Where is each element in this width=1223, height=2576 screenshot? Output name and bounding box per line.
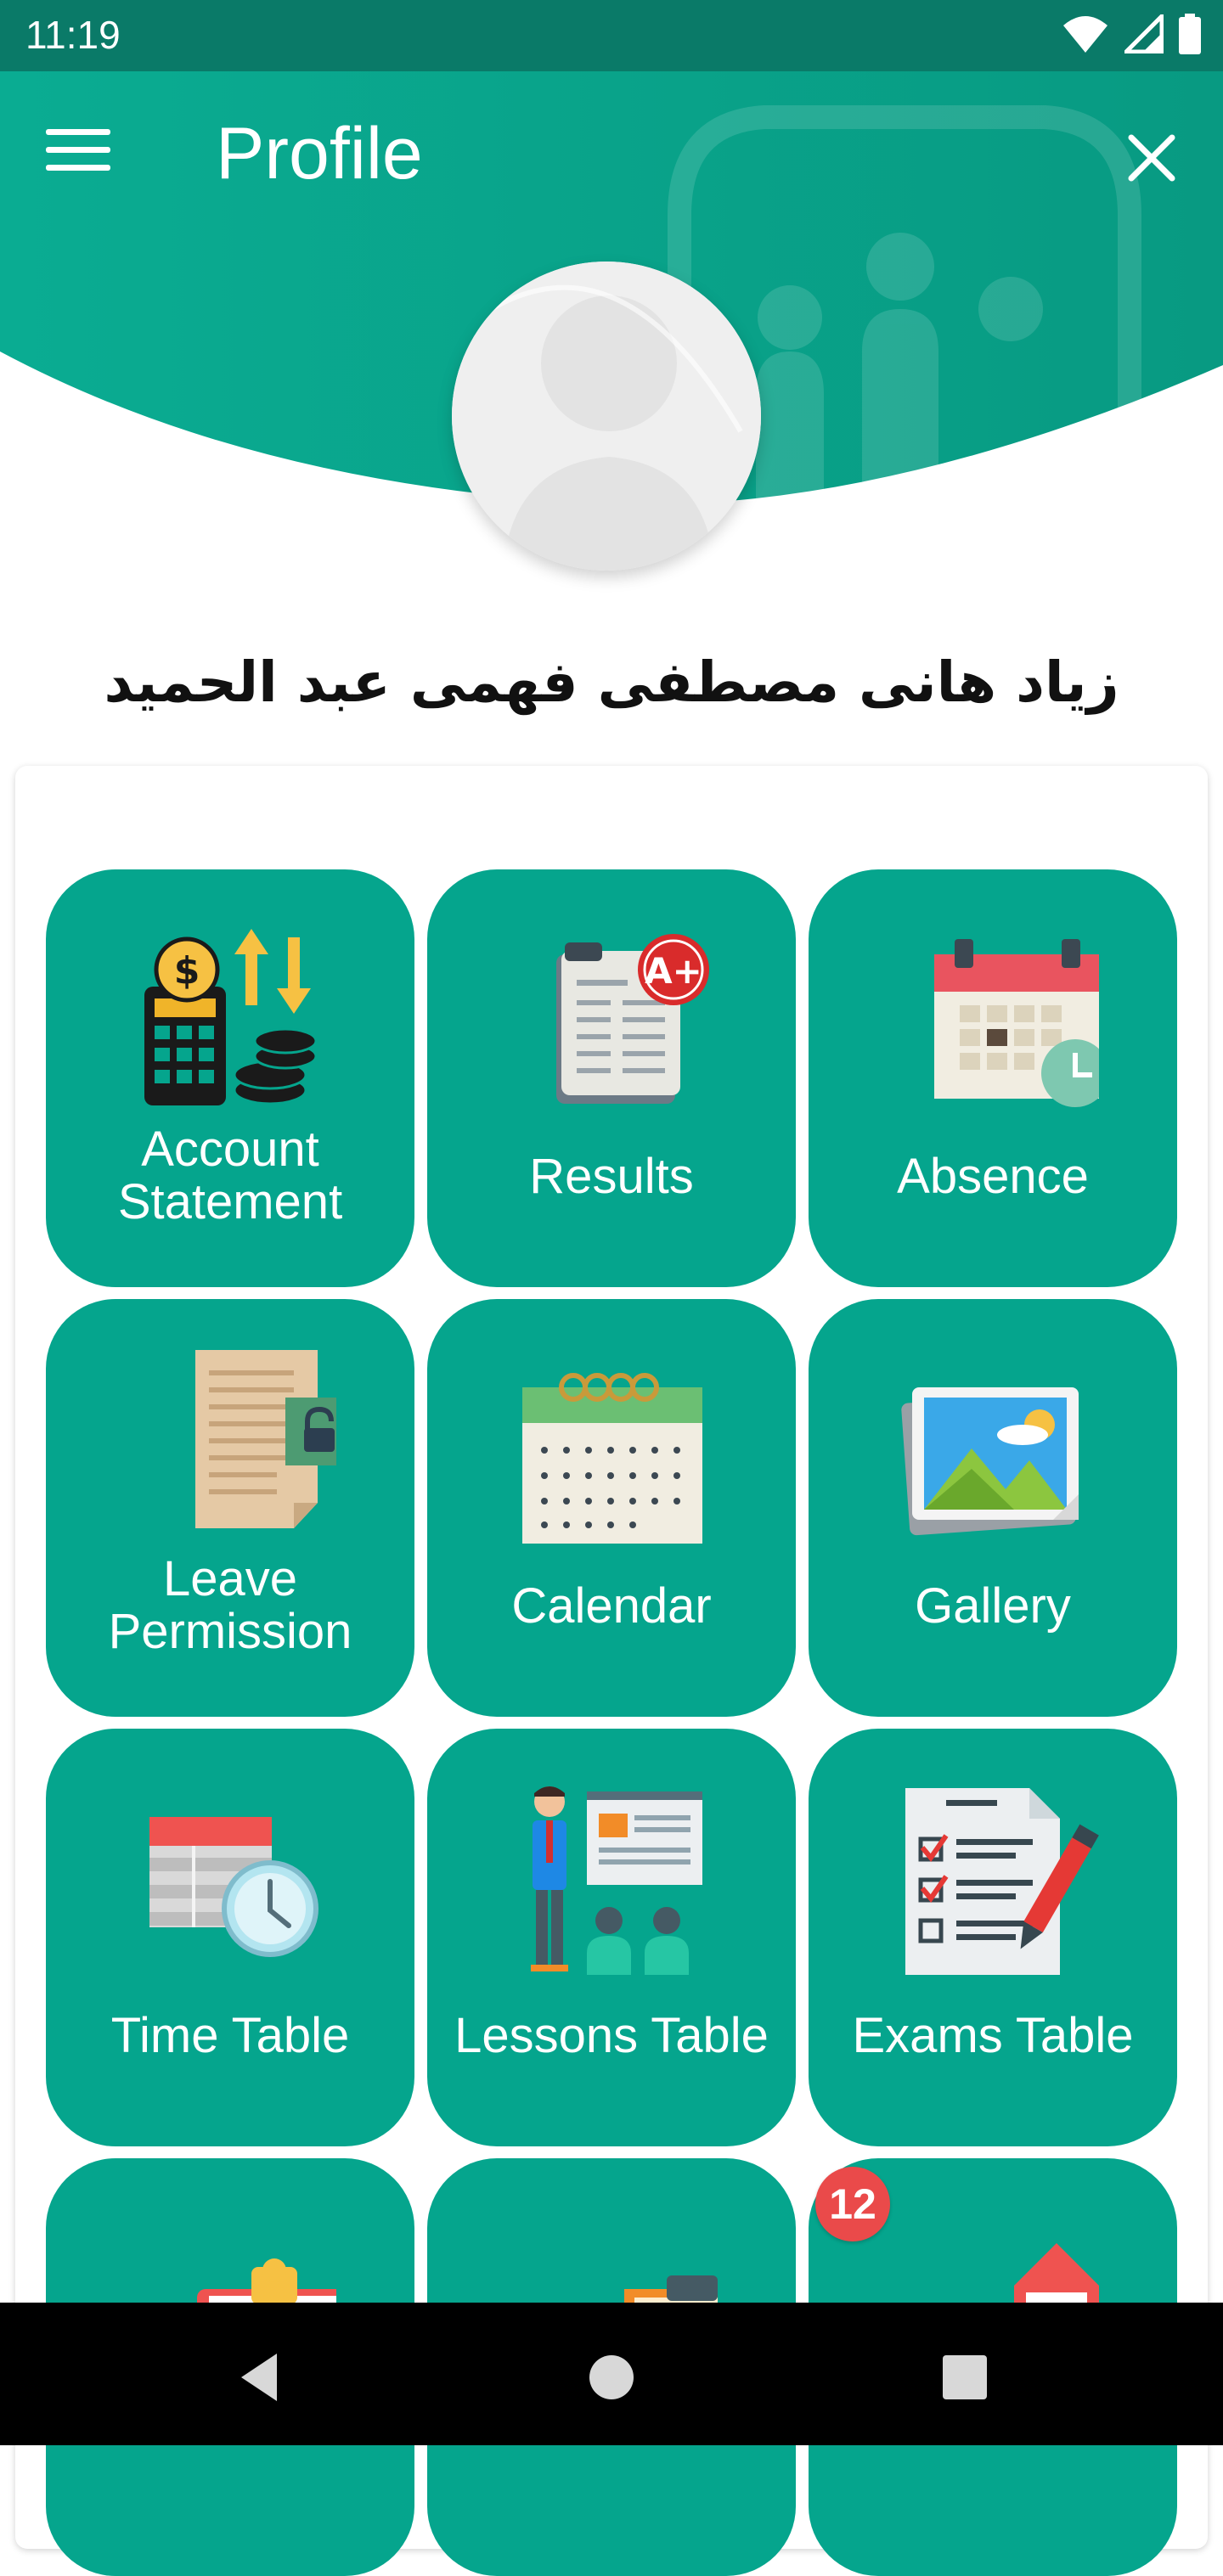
- tile-label-line: Calendar: [511, 1578, 712, 1634]
- svg-text:$: $: [174, 949, 200, 993]
- tile-label-line: Lessons Table: [454, 2008, 769, 2063]
- tile-results[interactable]: A+ Results: [427, 869, 796, 1287]
- tile-label-line: Account: [141, 1122, 319, 1177]
- tile-label-line: Permission: [108, 1604, 352, 1659]
- calculator-coins-icon: $: [144, 929, 318, 1105]
- hamburger-line: [46, 165, 110, 171]
- close-icon: [1128, 134, 1175, 182]
- wifi-icon: [1063, 16, 1107, 53]
- tile-exams-table[interactable]: Exams Table: [809, 1729, 1177, 2146]
- recents-icon: [943, 2355, 987, 2399]
- tile-label-line: Time Table: [110, 2008, 350, 2063]
- tile-lessons-table[interactable]: Lessons Table: [427, 1729, 796, 2146]
- calendar-clock-icon: [934, 939, 1099, 1107]
- tile-time-table[interactable]: Time Table: [46, 1729, 414, 2146]
- user-name: زياد هانى مصطفى فهمى عبد الحميد: [104, 650, 1119, 715]
- home-button[interactable]: [578, 2343, 645, 2411]
- tile-absence[interactable]: Absence: [809, 869, 1177, 1287]
- recents-button[interactable]: [931, 2343, 999, 2411]
- status-bar: 11:19: [0, 0, 1223, 71]
- tile-label-line: Exams Table: [852, 2008, 1134, 2063]
- tile-label-line: Results: [529, 1149, 694, 1204]
- page-title: Profile: [216, 113, 423, 194]
- teacher-icon: [531, 1786, 702, 1975]
- svg-text:A+: A+: [645, 950, 702, 992]
- photo-icon: [901, 1387, 1079, 1536]
- close-button[interactable]: [1124, 131, 1179, 185]
- report-grade-icon: A+: [556, 934, 709, 1104]
- app-bar: Profile: [0, 71, 1223, 241]
- menu-button[interactable]: [46, 129, 110, 180]
- notification-badge: 12: [815, 2167, 890, 2241]
- home-icon: [589, 2355, 634, 2399]
- tile-gallery[interactable]: Gallery: [809, 1299, 1177, 1717]
- tile-calendar[interactable]: Calendar: [427, 1299, 796, 1717]
- tile-label-line: Statement: [117, 1174, 343, 1229]
- calendar-icon: [522, 1373, 702, 1544]
- avatar[interactable]: [452, 262, 761, 571]
- cellular-signal-icon: [1124, 14, 1164, 53]
- document-lock-icon: [195, 1350, 336, 1528]
- back-icon: [241, 2354, 277, 2401]
- default-avatar-icon: [452, 262, 761, 571]
- hamburger-menu-icon: [46, 129, 110, 135]
- tile-account-statement[interactable]: $ Account Statement: [46, 869, 414, 1287]
- table-clock-icon: [149, 1817, 318, 1957]
- tile-label-line: Leave: [162, 1551, 298, 1606]
- tile-label-line: Absence: [897, 1149, 1089, 1204]
- navigation-bar: [0, 2303, 1223, 2445]
- tile-label-line: Gallery: [915, 1578, 1071, 1634]
- status-time: 11:19: [25, 13, 121, 57]
- checklist-pencil-icon: [905, 1788, 1099, 1975]
- tile-leave-permission[interactable]: Leave Permission: [46, 1299, 414, 1717]
- hamburger-line: [46, 147, 110, 153]
- battery-icon: [1179, 14, 1201, 54]
- back-button[interactable]: [228, 2343, 296, 2411]
- status-icons: [1062, 14, 1201, 54]
